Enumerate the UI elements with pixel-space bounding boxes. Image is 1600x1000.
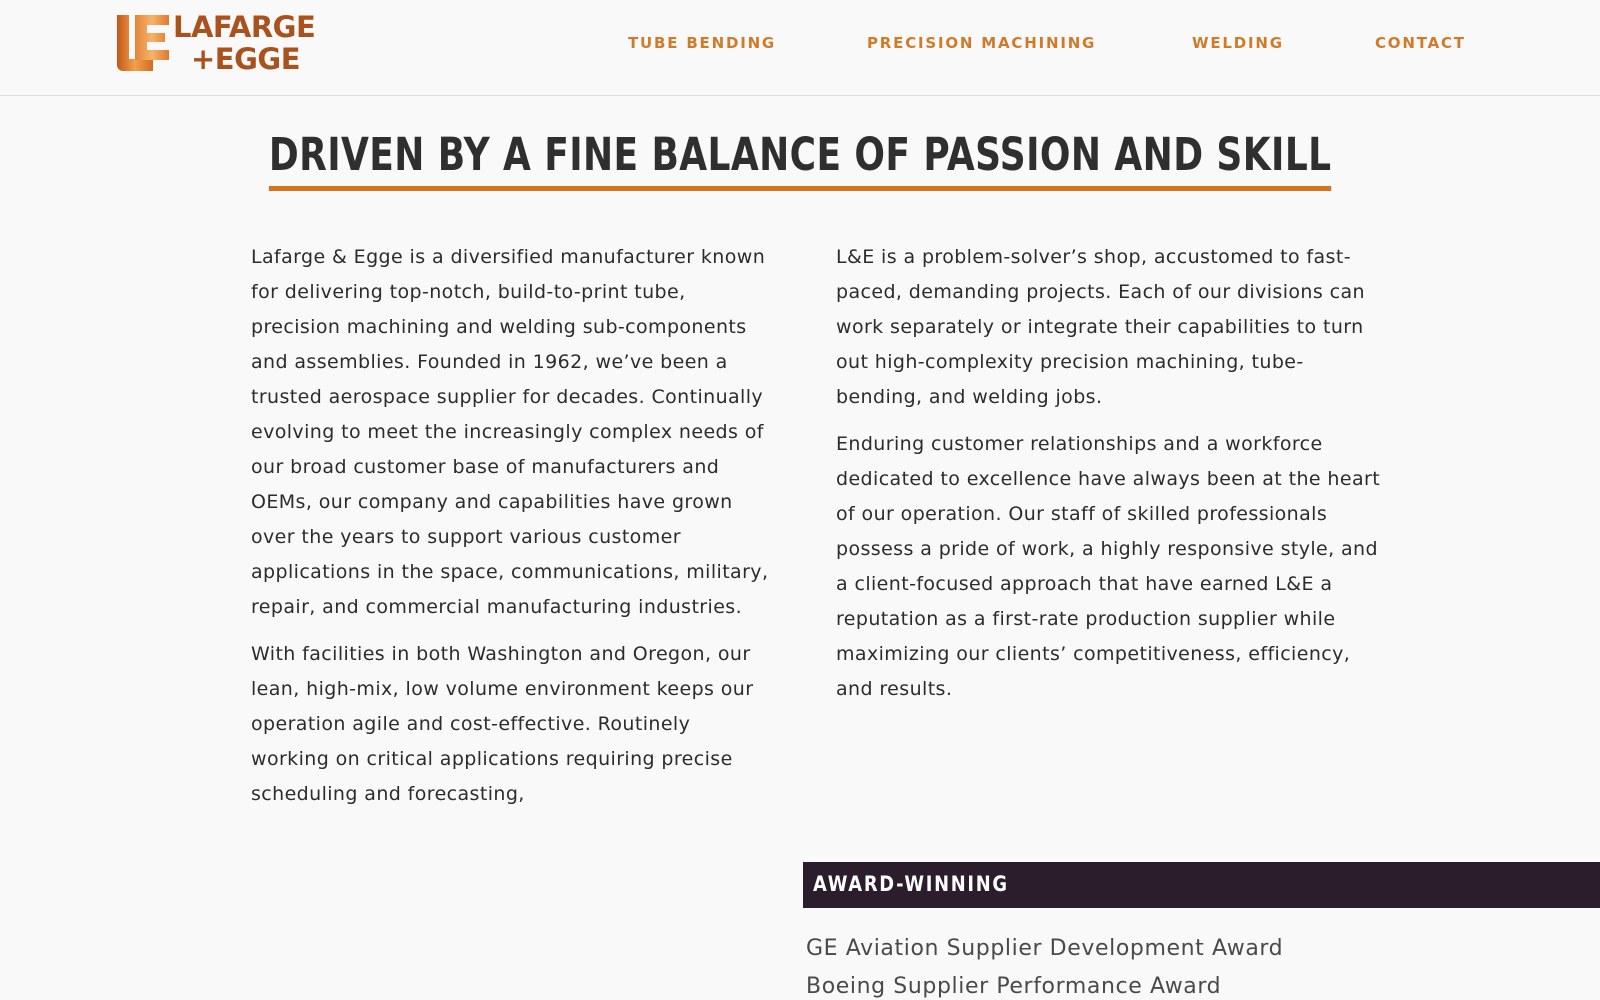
headline-wrapper: DRIVEN BY A FINE BALANCE OF PASSION AND … xyxy=(0,126,1600,191)
nav-link-welding[interactable]: WELDING xyxy=(1192,34,1284,52)
intro-left-column: Lafarge & Egge is a diversified manufact… xyxy=(251,240,771,824)
award-list: GE Aviation Supplier Development Award B… xyxy=(806,930,1283,1000)
main-nav: TUBE BENDING PRECISION MACHINING WELDING… xyxy=(0,34,1600,56)
page-headline: DRIVEN BY A FINE BALANCE OF PASSION AND … xyxy=(268,126,1332,191)
award-item: Boeing Supplier Performance Award xyxy=(806,974,1222,999)
nav-link-precision-machining[interactable]: PRECISION MACHINING xyxy=(867,34,1096,52)
nav-link-tube-bending[interactable]: TUBE BENDING xyxy=(628,34,776,52)
intro-paragraph: With facilities in both Washington and O… xyxy=(251,643,754,805)
intro-paragraph: Enduring customer relationships and a wo… xyxy=(836,433,1381,700)
page: LAFARGE +EGGE TUBE BENDING PRECISION MAC… xyxy=(0,0,1600,1000)
intro-paragraph: Lafarge & Egge is a diversified manufact… xyxy=(251,246,769,618)
award-section-heading-bar: AWARD-WINNING xyxy=(803,862,1600,908)
nav-link-contact[interactable]: CONTACT xyxy=(1375,34,1466,52)
award-heading: AWARD-WINNING xyxy=(813,872,1009,896)
intro-paragraph: L&E is a problem-solver’s shop, accustom… xyxy=(836,246,1365,408)
site-header: LAFARGE +EGGE TUBE BENDING PRECISION MAC… xyxy=(0,0,1600,96)
intro-right-column: L&E is a problem-solver’s shop, accustom… xyxy=(836,240,1381,719)
award-item: GE Aviation Supplier Development Award xyxy=(806,936,1284,961)
